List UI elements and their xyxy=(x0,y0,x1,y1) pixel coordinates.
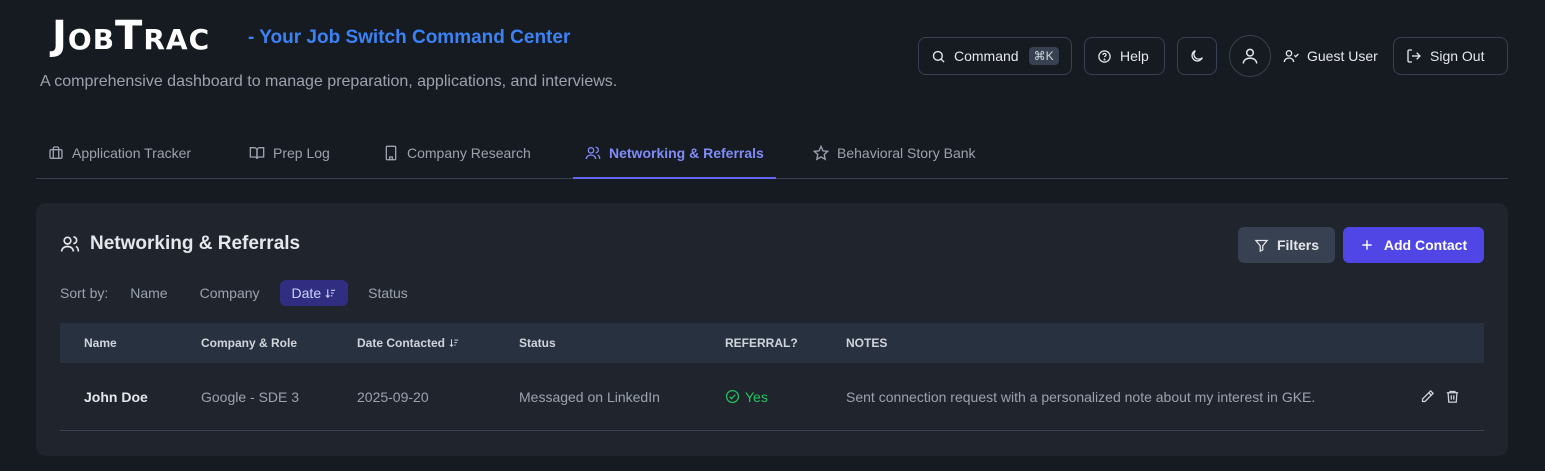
sort-name-button[interactable]: Name xyxy=(118,280,179,306)
app-subtitle: A comprehensive dashboard to manage prep… xyxy=(40,73,618,90)
check-circle-icon xyxy=(725,389,740,404)
sort-desc-icon xyxy=(449,338,459,348)
contacts-table: Name Company & Role Date Contacted Statu… xyxy=(60,323,1484,431)
table-header: Name Company & Role Date Contacted Statu… xyxy=(60,323,1484,363)
moon-icon xyxy=(1189,48,1205,64)
sort-bar: Sort by: Name Company Date Status xyxy=(60,279,428,307)
tab-label: Behavioral Story Bank xyxy=(837,145,976,161)
command-label: Command xyxy=(954,48,1019,64)
column-header-company-role[interactable]: Company & Role xyxy=(201,323,297,363)
logo-letters-rac: RAC xyxy=(143,23,211,56)
help-label: Help xyxy=(1120,48,1149,64)
tab-label: Application Tracker xyxy=(72,145,192,161)
tab-prep-log[interactable]: Prep Log xyxy=(237,128,342,178)
tab-behavioral-story-bank[interactable]: Behavioral Story Bank xyxy=(801,128,988,178)
row-actions xyxy=(1420,363,1460,430)
main-tabs: Application Tracker Prep Log Company Res… xyxy=(36,128,1508,179)
column-header-name[interactable]: Name xyxy=(84,323,117,363)
sort-company-button[interactable]: Company xyxy=(188,280,272,306)
sort-date-label: Date xyxy=(291,285,322,301)
tab-label: Company Research xyxy=(407,145,531,161)
star-icon xyxy=(813,145,829,161)
sign-out-button[interactable]: Sign Out xyxy=(1393,37,1508,75)
contact-name: John Doe xyxy=(84,388,148,405)
help-icon xyxy=(1097,49,1112,64)
logo-letter-j: J xyxy=(52,13,68,59)
edit-pencil-icon[interactable] xyxy=(1420,389,1435,404)
book-icon xyxy=(249,145,265,161)
card-title-text: Networking & Referrals xyxy=(90,233,301,254)
contact-notes: Sent connection request with a personali… xyxy=(846,388,1316,405)
tab-company-research[interactable]: Company Research xyxy=(371,128,543,178)
filters-label: Filters xyxy=(1276,237,1319,253)
search-icon xyxy=(931,49,946,64)
column-header-date-label: Date Contacted xyxy=(357,336,446,350)
add-contact-button[interactable]: Add Contact xyxy=(1343,227,1484,263)
referral-value: Yes xyxy=(745,388,768,405)
user-icon xyxy=(1240,46,1260,66)
tab-label: Prep Log xyxy=(273,145,330,161)
app-logo: J OB T RAC xyxy=(52,16,210,60)
add-contact-label: Add Contact xyxy=(1383,237,1468,253)
tab-label: Networking & Referrals xyxy=(609,145,764,161)
users-icon xyxy=(60,234,80,254)
table-row: John Doe Google - SDE 3 2025-09-20 Messa… xyxy=(60,363,1484,431)
networking-card: Networking & Referrals Filters Add Conta… xyxy=(36,203,1508,456)
column-header-date-contacted[interactable]: Date Contacted xyxy=(357,323,459,363)
trash-icon[interactable] xyxy=(1445,389,1460,404)
tab-networking-referrals[interactable]: Networking & Referrals xyxy=(573,128,776,179)
column-header-referral: REFERRAL? xyxy=(725,336,798,350)
sort-date-button[interactable]: Date xyxy=(279,280,349,306)
help-button[interactable]: Help xyxy=(1084,37,1165,75)
plus-icon xyxy=(1360,238,1374,252)
theme-toggle-button[interactable] xyxy=(1177,37,1217,75)
card-title: Networking & Referrals xyxy=(60,233,300,255)
tab-application-tracker[interactable]: Application Tracker xyxy=(36,128,203,178)
briefcase-icon xyxy=(48,145,64,161)
user-check-icon xyxy=(1283,48,1299,64)
sign-out-icon xyxy=(1406,48,1422,64)
command-shortcut: ⌘K xyxy=(1028,47,1059,65)
column-header-notes: NOTES xyxy=(846,336,888,350)
contact-date: 2025-09-20 xyxy=(357,388,429,405)
contact-referral: Yes xyxy=(725,363,768,430)
filter-icon xyxy=(1254,238,1269,253)
users-icon xyxy=(585,145,601,161)
building-icon xyxy=(383,145,399,161)
guest-user-label: Guest User xyxy=(1307,48,1378,64)
command-button[interactable]: Command ⌘K xyxy=(918,37,1072,75)
avatar[interactable] xyxy=(1229,35,1271,77)
guest-user: Guest User xyxy=(1283,37,1378,75)
app-tagline: - Your Job Switch Command Center xyxy=(248,27,571,48)
sort-label: Sort by: xyxy=(60,285,109,301)
logo-letter-t: T xyxy=(115,13,144,59)
filters-button[interactable]: Filters xyxy=(1238,227,1335,263)
contact-company-role: Google - SDE 3 xyxy=(201,388,300,405)
logo-letters-ob: OB xyxy=(67,23,116,56)
sign-out-label: Sign Out xyxy=(1430,48,1485,64)
sort-desc-icon xyxy=(325,288,336,299)
column-header-status[interactable]: Status xyxy=(519,323,556,363)
contact-status: Messaged on LinkedIn xyxy=(519,388,660,405)
sort-status-button[interactable]: Status xyxy=(356,280,420,306)
